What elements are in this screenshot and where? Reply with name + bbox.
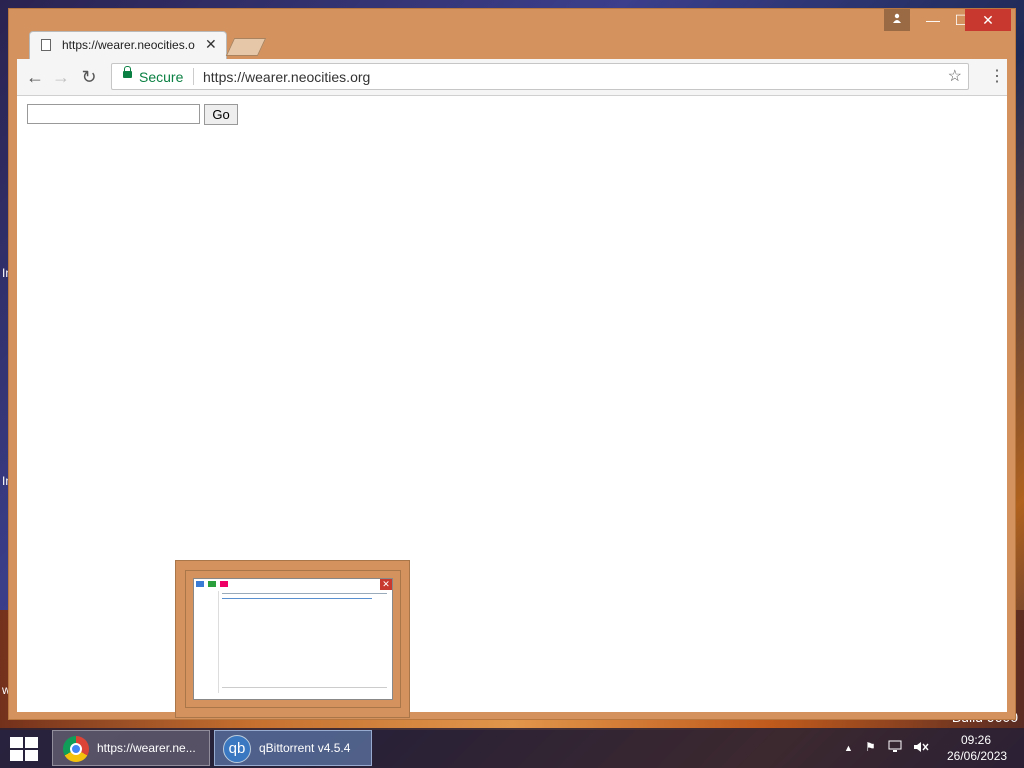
taskbar-item-label: qBittorrent v4.5.4	[259, 741, 351, 755]
tab-title: https://wearer.neocities.o	[62, 38, 195, 52]
taskbar-item-qbittorrent[interactable]: qb qBittorrent v4.5.4	[214, 730, 372, 766]
omnibox-divider	[193, 68, 194, 85]
title-bar[interactable]: https://wearer.neocities.o ✕ — ☐ ✕	[9, 9, 1015, 59]
new-tab-button[interactable]	[225, 38, 267, 56]
clock-time[interactable]: 09:26	[961, 733, 991, 747]
secure-label[interactable]: Secure	[139, 69, 183, 85]
go-button[interactable]: Go	[204, 104, 238, 125]
thumbnail-close-icon[interactable]: ✕	[380, 579, 392, 590]
address-bar[interactable]: Secure https://wearer.neocities.org ☆	[111, 63, 969, 90]
page-icon	[41, 39, 51, 51]
network-icon[interactable]	[888, 740, 902, 757]
header-line	[222, 593, 387, 594]
tab-close-icon[interactable]: ✕	[205, 36, 217, 53]
browser-menu-icon[interactable]: ⋮	[989, 66, 1005, 86]
page-content: Go	[17, 96, 1007, 712]
browser-window: https://wearer.neocities.o ✕ — ☐ ✕ ← → ↻…	[8, 8, 1016, 720]
browser-tab[interactable]: https://wearer.neocities.o ✕	[29, 31, 227, 59]
windows-start-icon[interactable]	[10, 737, 38, 761]
clock-date[interactable]: 26/06/2023	[947, 749, 1007, 763]
lock-icon	[123, 66, 132, 78]
browser-toolbar: ← → ↻ Secure https://wearer.neocities.or…	[17, 59, 1007, 96]
forward-arrow-icon[interactable]: →	[49, 65, 73, 89]
toolbar-preview	[196, 581, 236, 587]
taskbar-item-label: https://wearer.ne...	[97, 741, 196, 755]
taskbar-thumbnail-preview[interactable]: ✕	[175, 560, 410, 718]
taskbar: https://wearer.ne... qb qBittorrent v4.5…	[0, 728, 1024, 768]
thumbnail-frame: ✕	[185, 570, 401, 708]
search-input[interactable]	[27, 104, 200, 124]
back-arrow-icon[interactable]: ←	[23, 65, 47, 89]
volume-muted-icon[interactable]	[913, 740, 929, 757]
reload-icon[interactable]: ↻	[77, 65, 101, 89]
qbittorrent-icon: qb	[223, 735, 251, 763]
qbittorrent-preview[interactable]: ✕	[193, 578, 393, 700]
close-button[interactable]: ✕	[965, 9, 1011, 31]
row-line	[222, 598, 372, 599]
action-center-flag-icon[interactable]: ⚑	[865, 740, 876, 754]
sidebar-preview	[196, 591, 219, 693]
chrome-icon	[63, 736, 89, 762]
minimize-button[interactable]: —	[919, 9, 947, 31]
bookmark-star-icon[interactable]: ☆	[948, 66, 962, 86]
taskbar-item-chrome[interactable]: https://wearer.ne...	[52, 730, 210, 766]
url-text[interactable]: https://wearer.neocities.org	[203, 69, 370, 85]
footer-line	[222, 687, 387, 688]
tray-chevron-icon[interactable]: ▲	[844, 743, 853, 753]
profile-icon[interactable]	[884, 9, 910, 31]
